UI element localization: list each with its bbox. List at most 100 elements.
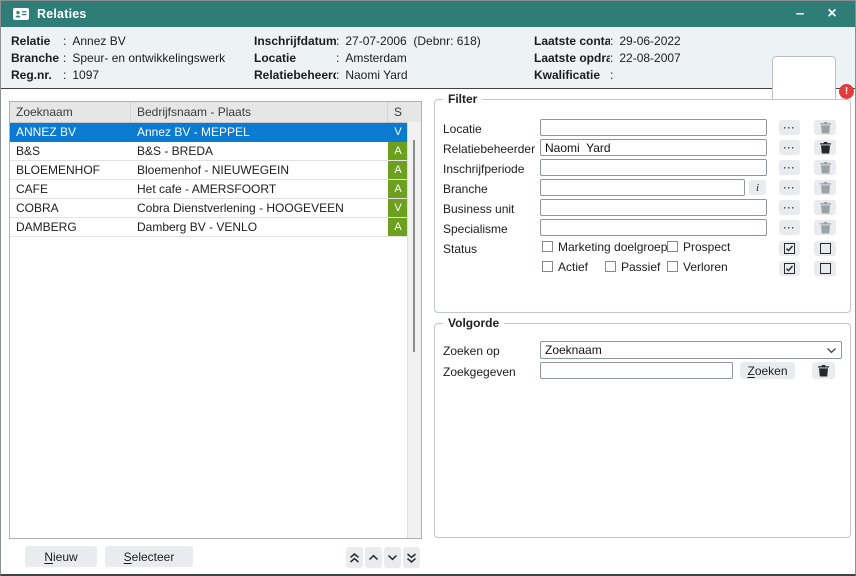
ellipsis-icon: ··· (784, 163, 796, 173)
cell-zoeknaam: BLOEMENHOF (10, 161, 131, 179)
ellipsis-icon: ··· (784, 123, 796, 133)
specialisme-clear-button[interactable] (814, 220, 836, 235)
filter-field-label: Business unit (443, 202, 514, 216)
filter-row-locatie: Locatie ··· (435, 119, 850, 139)
checkbox-label: Passief (621, 260, 660, 274)
branche-clear-button[interactable] (814, 180, 836, 195)
first-record-button[interactable] (346, 547, 363, 568)
zoekgegeven-input[interactable] (540, 362, 733, 379)
locatie-filter-input[interactable] (540, 119, 767, 136)
trash-icon (820, 222, 831, 234)
zoekgegeven-clear-button[interactable] (812, 362, 835, 379)
verloren-checkbox[interactable] (667, 261, 678, 272)
scrollbar-thumb[interactable] (413, 140, 415, 352)
checkbox-label: Marketing doelgroep (558, 240, 667, 254)
inschrijfperiode-filter-input[interactable] (540, 159, 767, 176)
table-row[interactable]: COBRA Cobra Dienstverlening - HOOGEVEEN … (10, 199, 421, 218)
table-row[interactable]: ANNEZ BV Annez BV - MEPPEL V (10, 123, 421, 142)
specialisme-lookup-button[interactable]: ··· (779, 220, 800, 235)
cell-bedrijfsnaam: Bloemenhof - NIEUWEGEIN (131, 161, 388, 179)
business-unit-filter-input[interactable] (540, 199, 767, 216)
trash-icon (820, 162, 831, 174)
status-badge: V (388, 199, 408, 217)
field-value: Annez BV (72, 33, 125, 50)
volgorde-legend: Volgorde (443, 316, 504, 330)
ellipsis-icon: ··· (784, 203, 796, 213)
double-chevron-down-icon (406, 553, 417, 563)
column-header-filler (408, 102, 421, 122)
zoeken-button[interactable]: Zoeken (740, 362, 795, 379)
zoeken-op-select[interactable]: Zoeknaam (540, 341, 842, 359)
cell-zoeknaam: COBRA (10, 199, 131, 217)
column-header-zoeknaam[interactable]: Zoeknaam (10, 102, 131, 122)
field-label: Branche (11, 50, 63, 67)
cell-zoeknaam: B&S (10, 142, 131, 160)
nieuw-button[interactable]: Nieuw (25, 546, 97, 567)
filter-legend: Filter (443, 92, 482, 106)
titlebar: Relaties – × (1, 1, 855, 27)
table-row[interactable]: DAMBERG Damberg BV - VENLO A (10, 218, 421, 237)
table-row[interactable]: BLOEMENHOF Bloemenhof - NIEUWEGEIN A (10, 161, 421, 180)
business-unit-lookup-button[interactable]: ··· (779, 200, 800, 215)
cell-bedrijfsnaam: Damberg BV - VENLO (131, 218, 388, 236)
info-icon: i (756, 182, 759, 194)
previous-record-button[interactable] (365, 547, 382, 568)
close-button[interactable]: × (821, 1, 843, 27)
status-badge: A (388, 218, 408, 236)
business-unit-clear-button[interactable] (814, 200, 836, 215)
cell-bedrijfsnaam: Cobra Dienstverlening - HOOGEVEEN (131, 199, 388, 217)
cell-bedrijfsnaam: Annez BV - MEPPEL (131, 123, 388, 141)
field-label: Kwalificatie (534, 67, 610, 84)
specialisme-filter-input[interactable] (540, 219, 767, 236)
field-label: Relatie (11, 33, 63, 50)
branche-filter-input[interactable] (540, 179, 745, 196)
zoeken-op-label: Zoeken op (443, 344, 500, 358)
select-all-status-row1-button[interactable] (779, 241, 800, 256)
column-header-status[interactable]: S (388, 102, 408, 122)
filter-field-label: Inschrijfperiode (443, 162, 524, 176)
trash-icon (820, 122, 831, 134)
branche-info-button[interactable]: i (749, 180, 766, 195)
next-record-button[interactable] (384, 547, 401, 568)
filter-row-business-unit: Business unit ··· (435, 199, 850, 219)
locatie-lookup-button[interactable]: ··· (779, 120, 800, 135)
trash-icon (820, 202, 831, 214)
passief-checkbox[interactable] (605, 261, 616, 272)
branche-lookup-button[interactable]: ··· (779, 180, 800, 195)
locatie-clear-button[interactable] (814, 120, 836, 135)
last-record-button[interactable] (403, 547, 420, 568)
checkbox-label: Prospect (683, 240, 730, 254)
table-row[interactable]: CAFE Het cafe - AMERSFOORT A (10, 180, 421, 199)
filter-row-specialisme: Specialisme ··· (435, 219, 850, 239)
filter-field-label: Locatie (443, 122, 482, 136)
chevron-up-icon (368, 554, 379, 561)
zoeken-button-label: Zoeken (747, 364, 787, 378)
select-all-status-row2-button[interactable] (779, 261, 800, 276)
relatiebeheerder-clear-button[interactable] (814, 140, 836, 155)
minimize-button[interactable]: – (789, 1, 811, 27)
selecteer-button[interactable]: Selecteer (105, 546, 193, 567)
relatiebeheerder-lookup-button[interactable]: ··· (779, 140, 800, 155)
status-label: Status (443, 242, 477, 256)
chevron-down-icon (387, 554, 398, 561)
marketing-doelgroep-checkbox[interactable] (542, 241, 553, 252)
relatiebeheerder-filter-input[interactable] (540, 139, 767, 156)
prospect-checkbox[interactable] (667, 241, 678, 252)
field-value: Speur- en ontwikkelingswerk (72, 50, 225, 67)
field-value: 22-08-2007 (619, 50, 680, 67)
volgorde-groupbox: Volgorde Zoeken op Zoeknaam Zoekgegeven … (434, 323, 851, 538)
clear-all-status-row2-button[interactable] (814, 261, 836, 276)
checkbox-label: Actief (558, 260, 588, 274)
actief-checkbox[interactable] (542, 261, 553, 272)
colon (610, 33, 613, 50)
inschrijfperiode-clear-button[interactable] (814, 160, 836, 175)
colon (610, 50, 613, 67)
colon (610, 67, 613, 84)
column-header-bedrijfsnaam[interactable]: Bedrijfsnaam - Plaats (131, 102, 388, 122)
table-scrollbar[interactable] (407, 122, 421, 538)
unchecked-box-icon (820, 243, 831, 254)
inschrijfperiode-lookup-button[interactable]: ··· (779, 160, 800, 175)
checked-box-icon (784, 263, 795, 274)
clear-all-status-row1-button[interactable] (814, 241, 836, 256)
table-row[interactable]: B&S B&S - BREDA A (10, 142, 421, 161)
